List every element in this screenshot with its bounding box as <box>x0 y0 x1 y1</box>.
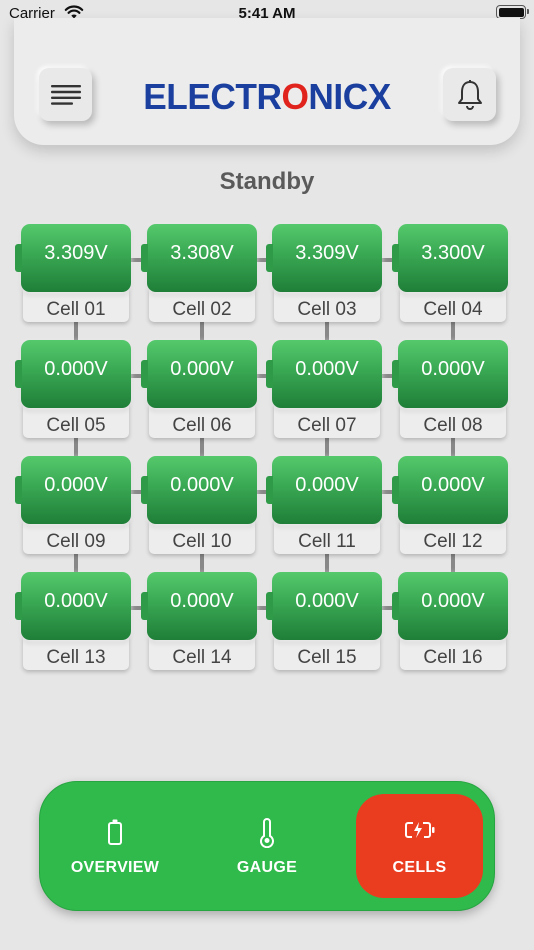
cell-voltage: 0.000V <box>15 340 131 408</box>
row-connector <box>74 322 78 340</box>
row-connector <box>451 322 455 340</box>
cell-tile[interactable]: Cell 05 0.000V <box>15 340 131 438</box>
cell-voltage: 0.000V <box>141 340 257 408</box>
row-connector <box>325 438 329 456</box>
bell-icon <box>457 79 482 110</box>
tab-gauge-label: GAUGE <box>236 859 298 876</box>
cell-tile[interactable]: Cell 08 0.000V <box>392 340 508 438</box>
brand-logo: ELECTRONICX <box>19 76 515 118</box>
logo-text-start: ELECTR <box>143 76 282 117</box>
cell-voltage: 3.309V <box>15 224 131 292</box>
cell-tile[interactable]: Cell 09 0.000V <box>15 456 131 554</box>
bottom-nav: OVERVIEW GAUGE CELLS <box>39 781 495 911</box>
cell-tile[interactable]: Cell 02 3.308V <box>141 224 257 322</box>
cell-voltage: 0.000V <box>266 572 382 640</box>
cell-tile[interactable]: Cell 12 0.000V <box>392 456 508 554</box>
cell-voltage: 3.308V <box>141 224 257 292</box>
cell-tile[interactable]: Cell 03 3.309V <box>266 224 382 322</box>
tab-cells[interactable]: CELLS <box>356 794 483 898</box>
row-connector <box>200 554 204 572</box>
row-connector <box>451 438 455 456</box>
battery-outline-icon <box>108 819 122 845</box>
row-connector <box>74 438 78 456</box>
cell-voltage: 0.000V <box>15 456 131 524</box>
cell-voltage: 0.000V <box>15 572 131 640</box>
thermometer-icon <box>260 818 274 848</box>
logo-text-end: NICX <box>308 76 391 117</box>
cell-voltage: 0.000V <box>392 340 508 408</box>
cell-voltage: 0.000V <box>266 456 382 524</box>
tab-overview[interactable]: OVERVIEW <box>60 782 170 912</box>
cell-tile[interactable]: Cell 04 3.300V <box>392 224 508 322</box>
cell-tile[interactable]: Cell 06 0.000V <box>141 340 257 438</box>
row-connector <box>200 438 204 456</box>
battery-charging-icon <box>404 822 434 838</box>
cell-voltage: 3.309V <box>266 224 382 292</box>
cell-tile[interactable]: Cell 15 0.000V <box>266 572 382 670</box>
app-header: ELECTRONICX <box>14 18 520 145</box>
cell-tile[interactable]: Cell 10 0.000V <box>141 456 257 554</box>
cell-tile[interactable]: Cell 11 0.000V <box>266 456 382 554</box>
tab-overview-label: OVERVIEW <box>70 859 160 876</box>
row-connector <box>74 554 78 572</box>
cell-voltage: 0.000V <box>141 572 257 640</box>
cell-voltage: 0.000V <box>141 456 257 524</box>
cell-tile[interactable]: Cell 14 0.000V <box>141 572 257 670</box>
cell-voltage: 0.000V <box>392 456 508 524</box>
row-connector <box>200 322 204 340</box>
cell-tile[interactable]: Cell 16 0.000V <box>392 572 508 670</box>
tab-cells-label: CELLS <box>392 859 447 876</box>
battery-icon <box>496 5 529 19</box>
row-connector <box>451 554 455 572</box>
tab-gauge[interactable]: GAUGE <box>212 782 322 912</box>
cell-tile[interactable]: Cell 01 3.309V <box>15 224 131 322</box>
row-connector <box>325 322 329 340</box>
cell-voltage: 3.300V <box>392 224 508 292</box>
battery-mode-status: Standby <box>219 168 315 195</box>
cell-tile[interactable]: Cell 13 0.000V <box>15 572 131 670</box>
row-connector <box>325 554 329 572</box>
cell-tile[interactable]: Cell 07 0.000V <box>266 340 382 438</box>
cell-voltage: 0.000V <box>392 572 508 640</box>
notifications-button[interactable] <box>443 68 496 121</box>
cell-voltage: 0.000V <box>266 340 382 408</box>
logo-power-o: O <box>281 76 309 117</box>
